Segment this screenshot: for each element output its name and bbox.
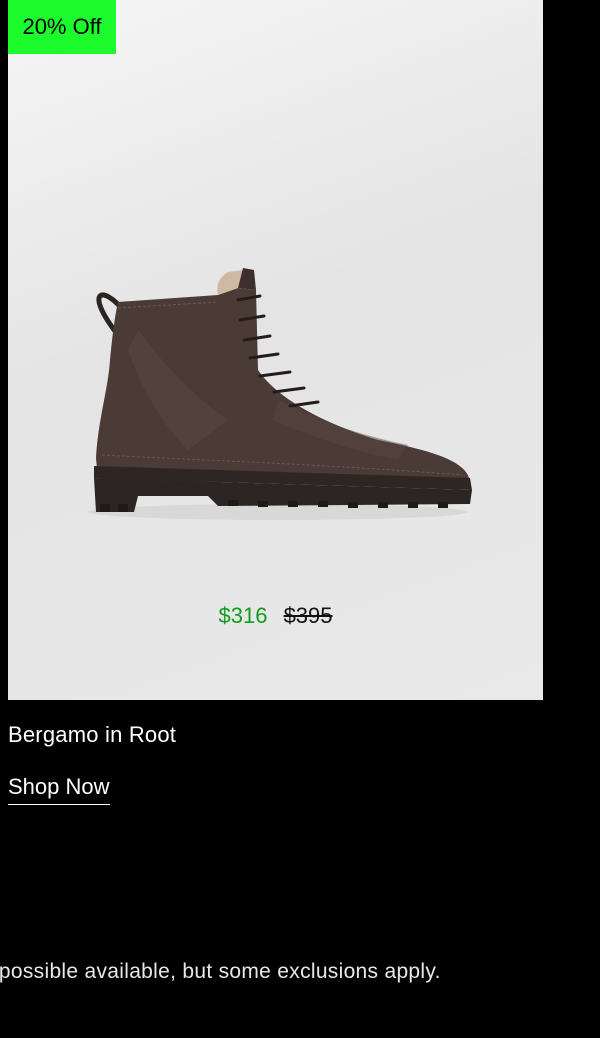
product-image-card[interactable]: 20% Off $316 $395 <box>8 0 543 700</box>
discount-badge: 20% Off <box>8 0 116 54</box>
sale-price: $316 <box>218 603 268 628</box>
product-promo-page: 20% Off $316 $395 Bergamo in Root Shop N… <box>0 0 600 1038</box>
promo-disclaimer: luct as possible available, but some exc… <box>0 960 441 983</box>
shop-now-link[interactable]: Shop Now <box>8 774 110 805</box>
price-row: $316 $395 <box>8 603 543 629</box>
boot-product-image <box>88 268 472 520</box>
product-name[interactable]: Bergamo in Root <box>8 722 176 748</box>
original-price: $395 <box>283 603 333 628</box>
